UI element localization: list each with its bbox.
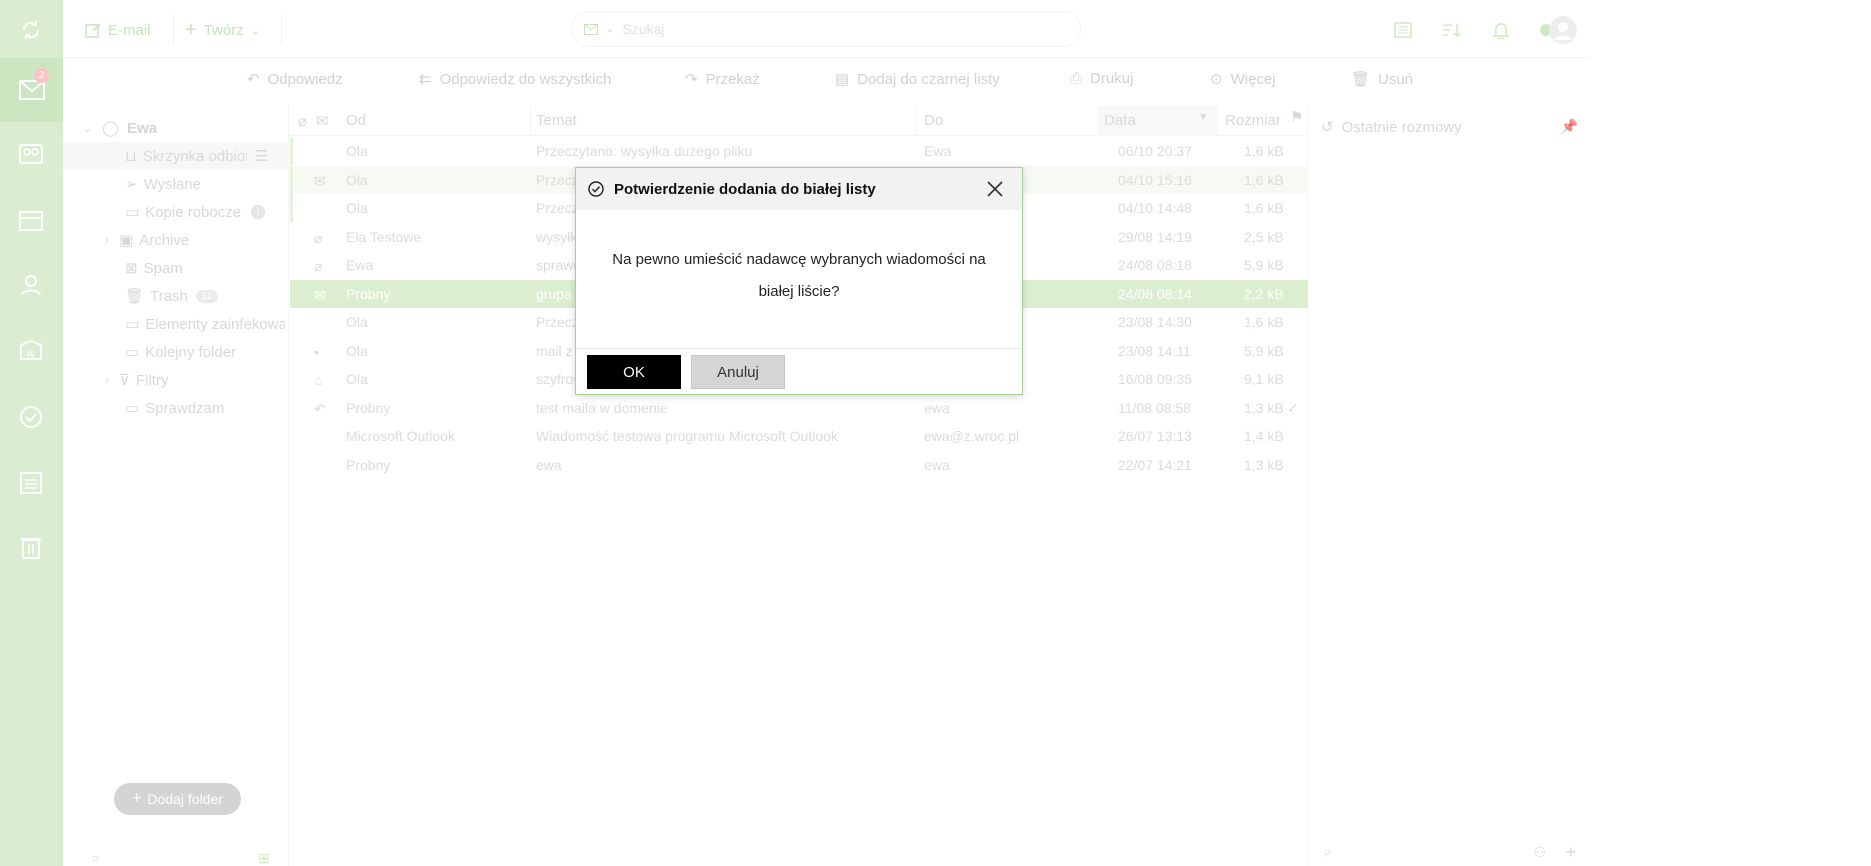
modal-overlay: [0, 0, 1590, 866]
app-root: 2 W E-mail + Twórz ⌄ ⌄ Szukaj ↶ Odpowied…: [0, 0, 1871, 866]
dialog-title: Potwierdzenie dodania do białej listy: [614, 180, 876, 198]
whitelist-confirm-dialog: Potwierdzenie dodania do białej listy Na…: [575, 167, 1023, 395]
mail-client: 2 W E-mail + Twórz ⌄ ⌄ Szukaj ↶ Odpowied…: [0, 0, 1590, 866]
check-circle-icon: [588, 181, 604, 197]
dialog-footer: OK Anuluj: [576, 348, 1022, 394]
cancel-button[interactable]: Anuluj: [691, 355, 785, 389]
close-icon[interactable]: [986, 180, 1004, 198]
dialog-message: Na pewno umieścić nadawcę wybranych wiad…: [596, 244, 1002, 308]
dialog-message-line: białej liście?: [758, 283, 840, 300]
ok-button[interactable]: OK: [587, 355, 681, 389]
dialog-message-line: Na pewno umieścić nadawcę wybranych wiad…: [612, 251, 986, 268]
dialog-header: Potwierdzenie dodania do białej listy: [576, 168, 1022, 210]
